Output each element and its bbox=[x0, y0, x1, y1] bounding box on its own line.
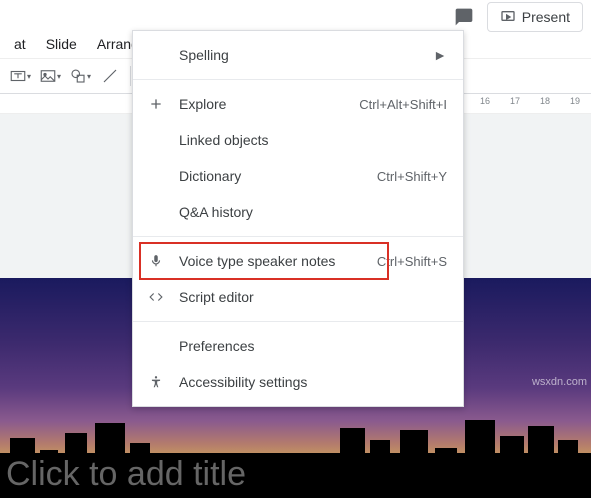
blank-icon bbox=[145, 166, 167, 186]
blank-icon bbox=[145, 130, 167, 150]
menu-script-label: Script editor bbox=[179, 289, 447, 305]
blank-icon bbox=[145, 45, 167, 65]
menu-qa-label: Q&A history bbox=[179, 204, 447, 220]
menu-dictionary[interactable]: Dictionary Ctrl+Shift+Y bbox=[133, 158, 463, 194]
present-button[interactable]: Present bbox=[487, 2, 583, 32]
comments-button[interactable] bbox=[451, 4, 477, 30]
ruler-mark: 17 bbox=[510, 96, 520, 106]
menu-slide[interactable]: Slide bbox=[36, 32, 87, 56]
textbox-icon bbox=[9, 67, 27, 85]
menu-voice-label: Voice type speaker notes bbox=[179, 253, 377, 269]
menu-separator bbox=[133, 79, 463, 80]
present-label: Present bbox=[522, 9, 570, 25]
blank-icon bbox=[145, 336, 167, 356]
menu-qa-history[interactable]: Q&A history bbox=[133, 194, 463, 230]
menu-explore-shortcut: Ctrl+Alt+Shift+I bbox=[359, 97, 447, 112]
menu-dictionary-label: Dictionary bbox=[179, 168, 377, 184]
toolbar-separator bbox=[130, 66, 131, 86]
watermark: wsxdn.com bbox=[532, 376, 587, 388]
ruler-mark: 16 bbox=[480, 96, 490, 106]
menu-linked-label: Linked objects bbox=[179, 132, 447, 148]
menu-a11y-label: Accessibility settings bbox=[179, 374, 447, 390]
ruler-mark: 18 bbox=[540, 96, 550, 106]
script-icon bbox=[145, 287, 167, 307]
menu-accessibility[interactable]: Accessibility settings bbox=[133, 364, 463, 400]
menu-voice-type[interactable]: Voice type speaker notes Ctrl+Shift+S bbox=[133, 243, 463, 279]
menu-preferences[interactable]: Preferences bbox=[133, 328, 463, 364]
explore-icon bbox=[145, 94, 167, 114]
submenu-arrow-icon: ► bbox=[433, 47, 447, 63]
menu-dictionary-shortcut: Ctrl+Shift+Y bbox=[377, 169, 447, 184]
comment-icon bbox=[454, 7, 474, 27]
menu-explore-label: Explore bbox=[179, 96, 359, 112]
image-icon bbox=[39, 67, 57, 85]
accessibility-icon bbox=[145, 372, 167, 392]
line-tool[interactable] bbox=[96, 62, 124, 90]
menu-explore[interactable]: Explore Ctrl+Alt+Shift+I bbox=[133, 86, 463, 122]
menu-spelling[interactable]: Spelling ► bbox=[133, 37, 463, 73]
menu-spelling-label: Spelling bbox=[179, 47, 433, 63]
menu-prefs-label: Preferences bbox=[179, 338, 447, 354]
menu-format[interactable]: at bbox=[4, 32, 36, 56]
present-icon bbox=[500, 9, 516, 25]
menu-separator bbox=[133, 321, 463, 322]
blank-icon bbox=[145, 202, 167, 222]
menu-voice-shortcut: Ctrl+Shift+S bbox=[377, 254, 447, 269]
ruler-mark: 19 bbox=[570, 96, 580, 106]
menu-script-editor[interactable]: Script editor bbox=[133, 279, 463, 315]
shape-icon bbox=[69, 67, 87, 85]
tools-dropdown: Spelling ► Explore Ctrl+Alt+Shift+I Link… bbox=[132, 30, 464, 407]
menu-separator bbox=[133, 236, 463, 237]
shape-tool[interactable]: ▾ bbox=[66, 62, 94, 90]
line-icon bbox=[101, 67, 119, 85]
textbox-tool[interactable]: ▾ bbox=[6, 62, 34, 90]
microphone-icon bbox=[145, 251, 167, 271]
title-placeholder[interactable]: Click to add title bbox=[6, 455, 246, 494]
menu-linked-objects[interactable]: Linked objects bbox=[133, 122, 463, 158]
image-tool[interactable]: ▾ bbox=[36, 62, 64, 90]
